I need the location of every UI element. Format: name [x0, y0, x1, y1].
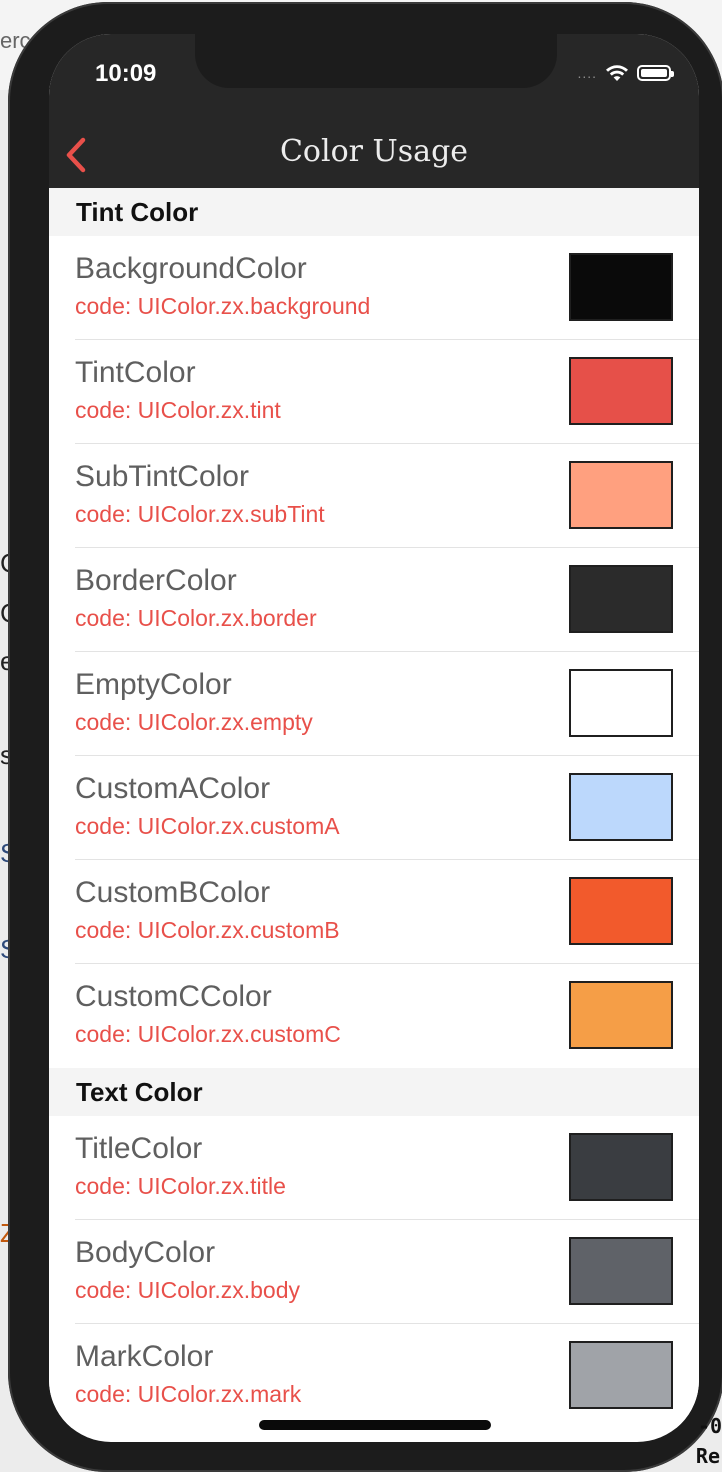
color-code: code: UIColor.zx.mark [75, 1381, 302, 1407]
color-row[interactable]: CustomCColor code: UIColor.zx.customC [49, 964, 699, 1068]
status-bar: 10:09 .... [49, 34, 699, 124]
color-swatch [569, 981, 673, 1049]
background-fragment-text: Re [695, 1444, 720, 1468]
notch [195, 34, 557, 88]
color-list[interactable]: Tint Color BackgroundColor code: UIColor.z… [49, 188, 699, 1428]
status-time: 10:09 [95, 60, 157, 87]
color-name: MarkColor [75, 1340, 214, 1373]
color-code: code: UIColor.zx.customC [75, 1021, 341, 1047]
color-swatch [569, 357, 673, 425]
color-name: CustomCColor [75, 980, 272, 1013]
color-name: BodyColor [75, 1236, 216, 1269]
color-row[interactable]: MarkColor code: UIColor.zx.mark [49, 1324, 699, 1428]
color-row[interactable]: TitleColor code: UIColor.zx.title [49, 1116, 699, 1220]
color-code: code: UIColor.zx.customA [75, 813, 340, 839]
color-name: CustomAColor [75, 772, 271, 805]
status-icons: .... [577, 64, 674, 82]
color-code: code: UIColor.zx.empty [75, 709, 313, 735]
color-name: TintColor [75, 356, 196, 389]
color-code: code: UIColor.zx.tint [75, 397, 281, 423]
color-row[interactable]: EmptyColor code: UIColor.zx.empty [49, 652, 699, 756]
color-swatch [569, 253, 673, 321]
page-title: Color Usage [279, 134, 469, 169]
color-row[interactable]: TintColor code: UIColor.zx.tint [49, 340, 699, 444]
color-code: code: UIColor.zx.border [75, 605, 317, 631]
section-header: Tint Color [49, 188, 699, 236]
color-name: CustomBColor [75, 876, 271, 909]
section-header: Text Color [49, 1068, 699, 1116]
color-code: code: UIColor.zx.title [75, 1173, 286, 1199]
color-code: code: UIColor.zx.subTint [75, 501, 325, 527]
color-swatch [569, 1341, 673, 1409]
color-row[interactable]: BodyColor code: UIColor.zx.body [49, 1220, 699, 1324]
navigation-bar: Color Usage [49, 124, 699, 188]
color-name: EmptyColor [75, 668, 232, 701]
color-row[interactable]: BorderColor code: UIColor.zx.border [49, 548, 699, 652]
color-code: code: UIColor.zx.background [75, 293, 371, 319]
cellular-signal-icon: .... [577, 65, 597, 81]
color-name: BorderColor [75, 564, 237, 597]
color-swatch [569, 669, 673, 737]
home-indicator [259, 1420, 491, 1430]
color-swatch [569, 565, 673, 633]
color-code: code: UIColor.zx.body [75, 1277, 301, 1303]
color-row[interactable]: BackgroundColor code: UIColor.zx.backgrou… [49, 236, 699, 340]
color-name: TitleColor [75, 1132, 203, 1165]
color-row[interactable]: CustomBColor code: UIColor.zx.customB [49, 860, 699, 964]
wifi-icon [606, 65, 628, 81]
battery-icon [637, 65, 674, 81]
color-name: BackgroundColor [75, 252, 307, 285]
color-row[interactable]: SubTintColor code: UIColor.zx.subTint [49, 444, 699, 548]
background-fragment-text: -0 [697, 1414, 722, 1438]
color-name: SubTintColor [75, 460, 249, 493]
color-swatch [569, 1237, 673, 1305]
color-swatch [569, 461, 673, 529]
color-code: code: UIColor.zx.customB [75, 917, 340, 943]
phone-frame: 10:09 .... Color Usage Tint Color Backgro… [8, 2, 722, 1472]
phone-screen: 10:09 .... Color Usage Tint Color Backgro… [49, 34, 699, 1442]
color-swatch [569, 773, 673, 841]
color-row[interactable]: CustomAColor code: UIColor.zx.customA [49, 756, 699, 860]
color-swatch [569, 877, 673, 945]
color-swatch [569, 1133, 673, 1201]
